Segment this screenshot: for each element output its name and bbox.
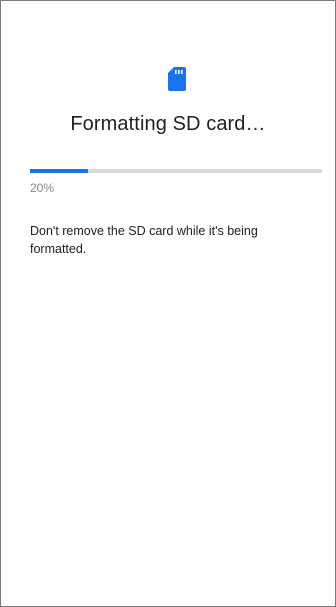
- warning-message: Don't remove the SD card while it's bein…: [30, 224, 258, 256]
- progress-percent: 20%: [30, 181, 55, 195]
- progress-bar: [30, 169, 322, 173]
- sd-card-icon: [168, 67, 186, 91]
- progress-bar-fill: [30, 169, 89, 173]
- format-sd-card-screen: Formatting SD card… 20% Don't remove the…: [0, 0, 336, 607]
- page-title: Formatting SD card…: [70, 113, 266, 135]
